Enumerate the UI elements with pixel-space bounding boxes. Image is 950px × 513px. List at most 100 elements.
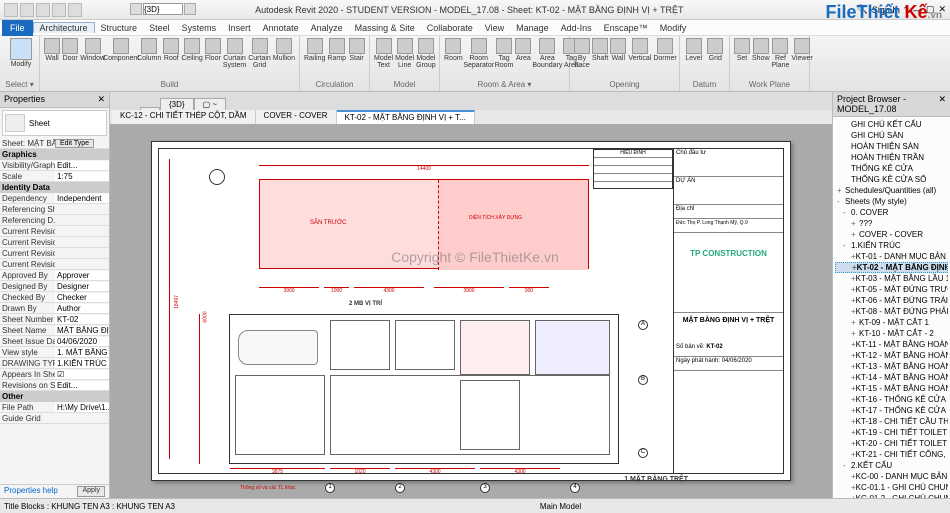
tree-item[interactable]: -0. COVER xyxy=(835,207,948,218)
prop-row[interactable]: Referencing D... xyxy=(0,215,109,226)
properties-help-link[interactable]: Properties help xyxy=(4,486,58,497)
tree-item[interactable]: -2.KẾT CẤU xyxy=(835,460,948,471)
tab-collaborate[interactable]: Collaborate xyxy=(421,23,479,33)
instance-selector[interactable]: Sheet: MẶT BẰNG ĐỊ xyxy=(0,139,55,148)
ref-plane-button[interactable]: Ref Plane xyxy=(772,38,790,69)
tree-item[interactable]: -Sheets (My style) xyxy=(835,196,948,207)
tree-item[interactable]: +KT-05 - MẶT ĐỨNG TRƯỚC xyxy=(835,284,948,295)
canvas[interactable]: HIỆU ĐÍNH Chủ đầu tư DỰ ÁN Địa chỉ Đức T… xyxy=(110,124,832,498)
tree-item[interactable]: +KT-10 - MẶT CẮT - 2 xyxy=(835,328,948,339)
tree-item[interactable]: +KT-02 - MẶT BẰNG ĐỊNH V xyxy=(835,262,948,273)
prop-row[interactable]: File PathH:\My Drive\1.... xyxy=(0,402,109,413)
document-tab[interactable]: COVER - COVER xyxy=(256,110,337,124)
grid-button[interactable]: Grid xyxy=(706,38,726,62)
tree-toggle-icon[interactable]: + xyxy=(851,318,859,327)
tree-item[interactable]: +KT-13 - MẶT BẰNG HOÀN T xyxy=(835,361,948,372)
tree-item[interactable]: +KC-01.1 - GHI CHÚ CHUNG - xyxy=(835,482,948,493)
door-button[interactable]: Door xyxy=(62,38,78,62)
tree-item[interactable]: +KT-09 - MẶT CẮT 1 xyxy=(835,317,948,328)
tab-enscape[interactable]: Enscape™ xyxy=(598,23,654,33)
model-text-button[interactable]: Model Text xyxy=(374,38,393,69)
wall-button[interactable]: Wall xyxy=(44,38,60,62)
apply-button[interactable]: Apply xyxy=(77,486,105,497)
type-selector[interactable]: Sheet xyxy=(2,110,107,136)
curtain-system-button[interactable]: Curtain System xyxy=(223,38,246,69)
prop-row[interactable]: Current Revision xyxy=(0,259,109,270)
prop-row[interactable]: Sheet Issue Da...04/06/2020 xyxy=(0,336,109,347)
room-button[interactable]: Room xyxy=(444,38,463,62)
tree-toggle-icon[interactable]: + xyxy=(851,219,859,228)
tree-item[interactable]: +KT-20 - CHI TIẾT TOILET LẦU xyxy=(835,438,948,449)
close-panel-icon[interactable]: ✕ xyxy=(97,94,105,105)
tree-toggle-icon[interactable]: + xyxy=(851,230,859,239)
prop-row[interactable]: Guide Grid xyxy=(0,413,109,424)
tab-systems[interactable]: Systems xyxy=(176,23,223,33)
show-button[interactable]: Show xyxy=(752,38,770,62)
stair-button[interactable]: Stair xyxy=(348,38,365,62)
prop-row[interactable]: Checked ByChecker xyxy=(0,292,109,303)
tree-item[interactable]: GHI CHÚ KẾT CẤU xyxy=(835,119,948,130)
tree-item[interactable]: GHI CHÚ SÀN xyxy=(835,130,948,141)
prop-row[interactable]: Revisions on Sh...Edit... xyxy=(0,380,109,391)
tree-item[interactable]: HOÀN THIỆN TRẦN xyxy=(835,152,948,163)
prop-row[interactable]: Designed ByDesigner xyxy=(0,281,109,292)
tree-item[interactable]: -1.KIẾN TRÚC xyxy=(835,240,948,251)
prop-row[interactable]: Scale1:75 xyxy=(0,171,109,182)
prop-row[interactable]: Current Revisio... xyxy=(0,248,109,259)
document-tab[interactable]: KT-02 - MẶT BẰNG ĐỊNH VỊ + T... xyxy=(337,110,475,124)
vertical-button[interactable]: Vertical xyxy=(628,38,651,62)
tree-item[interactable]: +KT-16 - THỐNG KÊ CỬA ĐI xyxy=(835,394,948,405)
tree-item[interactable]: THỐNG KÊ CỬA SỔ xyxy=(835,174,948,185)
prop-row[interactable]: Sheet NameMẶT BẰNG ĐỊN... xyxy=(0,325,109,336)
model-line-button[interactable]: Model Line xyxy=(395,38,414,69)
tree-item[interactable]: +??? xyxy=(835,218,948,229)
tab-insert[interactable]: Insert xyxy=(222,23,257,33)
tree-item[interactable]: +KT-21 - CHI TIẾT CỔNG, TƯỜ xyxy=(835,449,948,460)
tab-architecture[interactable]: Architecture xyxy=(33,22,95,33)
ramp-button[interactable]: Ramp xyxy=(327,38,346,62)
view-tab-3d[interactable]: {3D} xyxy=(160,98,194,110)
qat-save-icon[interactable] xyxy=(36,3,50,17)
tree-toggle-icon[interactable]: - xyxy=(843,461,851,470)
tree-item[interactable]: +KT-12 - MẶT BẰNG HOÀN T xyxy=(835,350,948,361)
dormer-button[interactable]: Dormer xyxy=(653,38,676,62)
tree-item[interactable]: +KC-00 - DANH MỤC BẢN VẼ xyxy=(835,471,948,482)
set-button[interactable]: Set xyxy=(734,38,750,62)
shaft-button[interactable]: Shaft xyxy=(592,38,608,62)
nav-icon[interactable] xyxy=(184,3,196,15)
tree-item[interactable]: +KC-01.2 - GHI CHÚ CHUNG - xyxy=(835,493,948,498)
component-button[interactable]: Component xyxy=(107,38,135,62)
close-browser-icon[interactable]: ✕ xyxy=(938,94,946,114)
tree-item[interactable]: +KT-19 - CHI TIẾT TOILET TRỆ xyxy=(835,427,948,438)
curtain-grid-button[interactable]: Curtain Grid xyxy=(248,38,271,69)
room-separator-button[interactable]: Room Separator xyxy=(465,38,493,69)
tree-item[interactable]: +Schedules/Quantities (all) xyxy=(835,185,948,196)
tab-annotate[interactable]: Annotate xyxy=(257,23,305,33)
model-group-button[interactable]: Model Group xyxy=(416,38,435,69)
tab-massing[interactable]: Massing & Site xyxy=(349,23,421,33)
column-button[interactable]: Column xyxy=(137,38,161,62)
view-tab-other[interactable]: ▢ ~ xyxy=(194,98,226,110)
tree-toggle-icon[interactable]: - xyxy=(837,197,845,206)
qat-undo-icon[interactable] xyxy=(52,3,66,17)
tree-item[interactable]: +KT-06 - MẶT ĐỨNG TRÁI xyxy=(835,295,948,306)
prop-row[interactable]: Approved ByApprover xyxy=(0,270,109,281)
area-button[interactable]: Area xyxy=(515,38,531,62)
prop-row[interactable]: Drawn ByAuthor xyxy=(0,303,109,314)
tree-toggle-icon[interactable]: - xyxy=(843,208,851,217)
prop-row[interactable]: DependencyIndependent xyxy=(0,193,109,204)
roof-button[interactable]: Roof xyxy=(163,38,179,62)
tree-toggle-icon[interactable]: + xyxy=(837,186,845,195)
prop-row[interactable]: View style1. MẶT BẰNG xyxy=(0,347,109,358)
tree-item[interactable]: +KT-14 - MẶT BẰNG HOÀN T xyxy=(835,372,948,383)
viewer-button[interactable]: Viewer xyxy=(791,38,812,62)
tab-modify[interactable]: Modify xyxy=(654,23,693,33)
railing-button[interactable]: Railing xyxy=(304,38,325,62)
prop-row[interactable]: Visibility/Graph...Edit... xyxy=(0,160,109,171)
edit-type-button[interactable]: Edit Type xyxy=(55,139,94,148)
by-face-button[interactable]: By Face xyxy=(574,38,590,69)
prop-row[interactable]: Current Revisio... xyxy=(0,237,109,248)
tab-analyze[interactable]: Analyze xyxy=(305,23,349,33)
status-model[interactable]: Main Model xyxy=(540,502,581,511)
document-tab[interactable]: KC-12 - CHI TIẾT THÉP CỘT, DẦM xyxy=(112,110,256,124)
